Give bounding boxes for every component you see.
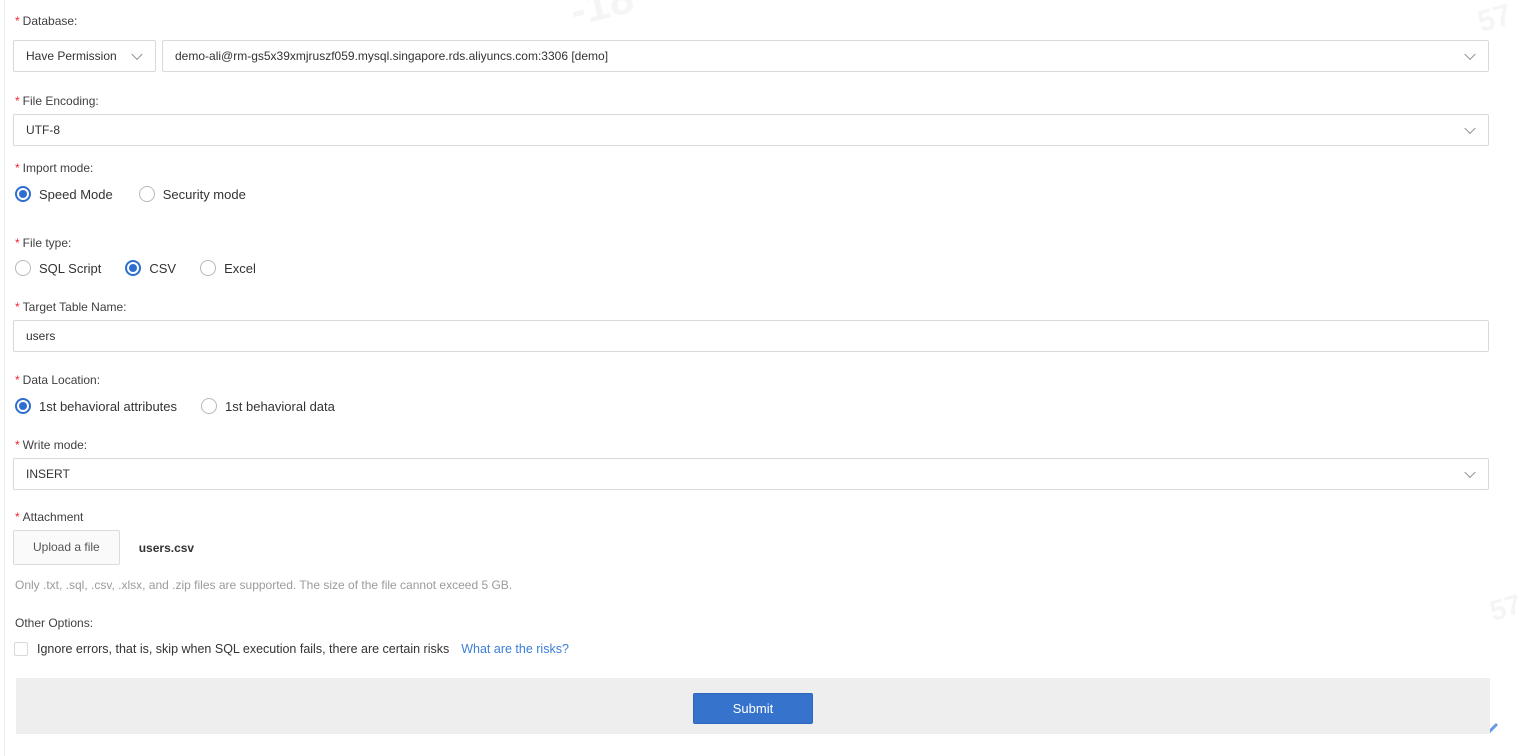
radio-label: 1st behavioral data — [225, 399, 335, 414]
ignore-errors-row: Ignore errors, that is, skip when SQL ex… — [14, 642, 569, 656]
radio-label: SQL Script — [39, 261, 101, 276]
required-asterisk: * — [15, 161, 20, 175]
radio-selected-icon[interactable] — [15, 398, 31, 414]
file-encoding-label: *File Encoding: — [15, 94, 99, 108]
submit-button[interactable]: Submit — [693, 693, 813, 724]
radio-unselected-icon[interactable] — [200, 260, 216, 276]
database-connection-value: demo-ali@rm-gs5x39xmjruszf059.mysql.sing… — [175, 49, 608, 63]
write-mode-label: *Write mode: — [15, 438, 87, 452]
attachment-row: Upload a file users.csv — [13, 530, 194, 565]
target-table-label: *Target Table Name: — [15, 300, 127, 314]
write-mode-select[interactable]: INSERT — [13, 458, 1489, 490]
required-asterisk: * — [15, 94, 20, 108]
database-permission-select[interactable]: Have Permission — [13, 40, 156, 72]
radio-label: 1st behavioral attributes — [39, 399, 177, 414]
import-form-page: -18 57 57 n n *Database: Have Permission… — [0, 0, 1518, 756]
file-type-label: *File type: — [15, 236, 71, 250]
required-asterisk: * — [15, 373, 20, 387]
chevron-down-icon — [1464, 49, 1475, 60]
radio-label: Speed Mode — [39, 187, 113, 202]
radio-selected-icon[interactable] — [15, 186, 31, 202]
ignore-errors-checkbox[interactable] — [14, 642, 28, 656]
radio-csv[interactable]: CSV — [125, 260, 176, 276]
watermark: 57 — [1486, 588, 1518, 627]
chevron-down-icon — [1464, 123, 1475, 134]
radio-unselected-icon[interactable] — [201, 398, 217, 414]
radio-unselected-icon[interactable] — [15, 260, 31, 276]
required-asterisk: * — [15, 14, 20, 28]
import-mode-radio-group: Speed Mode Security mode — [15, 186, 246, 202]
ignore-errors-label: Ignore errors, that is, skip when SQL ex… — [37, 642, 449, 656]
data-location-radio-group: 1st behavioral attributes 1st behavioral… — [15, 398, 335, 414]
radio-security-mode[interactable]: Security mode — [139, 186, 246, 202]
file-type-radio-group: SQL Script CSV Excel — [15, 260, 256, 276]
database-permission-value: Have Permission — [26, 49, 117, 63]
other-options-label: Other Options: — [15, 616, 93, 630]
chevron-down-icon — [1464, 467, 1475, 478]
data-location-label: *Data Location: — [15, 373, 100, 387]
radio-sql-script[interactable]: SQL Script — [15, 260, 101, 276]
radio-speed-mode[interactable]: Speed Mode — [15, 186, 113, 202]
required-asterisk: * — [15, 236, 20, 250]
target-table-value: users — [26, 329, 55, 343]
radio-1st-behavioral-data[interactable]: 1st behavioral data — [201, 398, 335, 414]
watermark: -18 — [565, 0, 639, 37]
watermark: 57 — [1474, 0, 1515, 40]
upload-file-button[interactable]: Upload a file — [13, 530, 120, 565]
radio-label: Excel — [224, 261, 256, 276]
required-asterisk: * — [15, 300, 20, 314]
form-footer: Submit — [16, 678, 1490, 734]
radio-unselected-icon[interactable] — [139, 186, 155, 202]
database-label: *Database: — [15, 14, 77, 28]
radio-excel[interactable]: Excel — [200, 260, 256, 276]
file-encoding-value: UTF-8 — [26, 123, 60, 137]
radio-selected-icon[interactable] — [125, 260, 141, 276]
chevron-down-icon — [131, 49, 142, 60]
radio-1st-behavioral-attributes[interactable]: 1st behavioral attributes — [15, 398, 177, 414]
uploaded-file-name: users.csv — [139, 541, 194, 555]
database-connection-select[interactable]: demo-ali@rm-gs5x39xmjruszf059.mysql.sing… — [162, 40, 1489, 72]
attachment-hint: Only .txt, .sql, .csv, .xlsx, and .zip f… — [15, 578, 512, 592]
panel-left-border — [4, 0, 5, 756]
target-table-input[interactable]: users — [13, 320, 1489, 352]
file-encoding-select[interactable]: UTF-8 — [13, 114, 1489, 146]
required-asterisk: * — [15, 438, 20, 452]
radio-label: CSV — [149, 261, 176, 276]
required-asterisk: * — [15, 510, 20, 524]
radio-label: Security mode — [163, 187, 246, 202]
attachment-label: *Attachment — [15, 510, 83, 524]
what-are-the-risks-link[interactable]: What are the risks? — [461, 642, 569, 656]
import-mode-label: *Import mode: — [15, 161, 93, 175]
write-mode-value: INSERT — [26, 467, 70, 481]
